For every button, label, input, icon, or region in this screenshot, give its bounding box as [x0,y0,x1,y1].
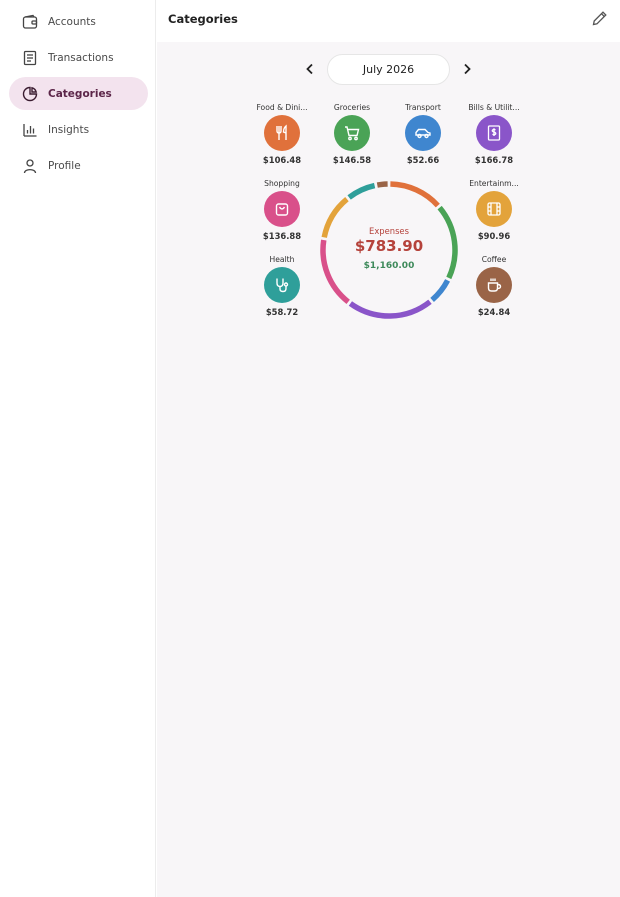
category-amount: $136.88 [262,231,302,241]
sidebar-item-accounts[interactable]: Accounts [9,5,148,38]
bar-chart-icon [21,121,39,139]
car-icon [405,115,441,151]
donut-segment [347,182,376,200]
pie-chart-icon [21,85,39,103]
category-bills-utilities[interactable]: Bills & Utilit... $166.78 [459,102,529,165]
chevron-left-icon [304,60,316,79]
category-name: Food & Dini... [256,103,308,112]
category-amount: $106.48 [262,155,302,165]
edit-button[interactable] [588,9,610,31]
category-name: Shopping [264,179,300,188]
category-amount: $146.58 [332,155,372,165]
expenses-total: $783.90 [354,237,424,255]
sidebar: Accounts Transactions Categories Insight… [0,0,156,897]
sidebar-item-label: Insights [48,123,90,136]
sidebar-item-label: Categories [48,87,112,100]
category-name: Groceries [333,103,371,112]
category-name: Bills & Utilit... [468,103,520,112]
cart-icon [334,115,370,151]
category-coffee[interactable]: Coffee $24.84 [459,254,529,317]
chevron-right-icon [461,60,473,79]
category-shopping[interactable]: Shopping $136.88 [247,178,317,241]
page-title: Categories [168,12,238,26]
next-month-button[interactable] [457,59,477,79]
month-selector: July 2026 [157,54,620,85]
category-amount: $52.66 [406,155,440,165]
sidebar-item-categories[interactable]: Categories [9,77,148,110]
pencil-icon [591,10,608,31]
category-amount: $90.96 [477,231,511,241]
sidebar-item-label: Profile [48,159,81,172]
category-name: Health [269,255,295,264]
category-amount: $24.84 [477,307,511,317]
wallet-icon [21,13,39,31]
main-content: July 2026 Food & Dini... $106.48 Groceri… [157,42,620,897]
donut-segment [390,181,440,208]
donut-segment [376,181,388,188]
category-name: Entertainm... [469,179,519,188]
expenses-label: Expenses [369,226,409,236]
person-icon [21,157,39,175]
sidebar-item-transactions[interactable]: Transactions [9,41,148,74]
category-food-dining[interactable]: Food & Dini... $106.48 [247,102,317,165]
category-amount: $166.78 [474,155,514,165]
sidebar-item-profile[interactable]: Profile [9,149,148,182]
category-name: Coffee [481,255,507,264]
top-bar: Categories [157,0,620,42]
category-amount: $58.72 [265,307,299,317]
sidebar-item-label: Transactions [48,51,114,64]
fork-knife-icon [264,115,300,151]
bill-icon [476,115,512,151]
previous-month-button[interactable] [300,59,320,79]
month-label[interactable]: July 2026 [327,54,450,85]
donut-segment [430,279,451,303]
category-transport[interactable]: Transport $52.66 [388,102,458,165]
coffee-cup-icon [476,267,512,303]
receipt-icon [21,49,39,67]
category-groceries[interactable]: Groceries $146.58 [317,102,387,165]
sidebar-item-label: Accounts [48,15,96,28]
film-icon [476,191,512,227]
sidebar-item-insights[interactable]: Insights [9,113,148,146]
category-entertainment[interactable]: Entertainm... $90.96 [459,178,529,241]
stethoscope-icon [264,267,300,303]
category-health[interactable]: Health $58.72 [247,254,317,317]
donut-segment [348,299,432,319]
shopping-bag-icon [264,191,300,227]
category-name: Transport [405,103,441,112]
income-total: $1,160.00 [363,261,415,271]
